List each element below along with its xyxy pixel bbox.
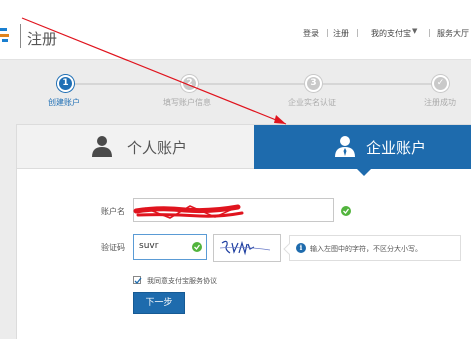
login-link[interactable]: 登录 bbox=[303, 28, 319, 39]
registration-panel: 个人账户 企业账户 账户名 验证码 suvr i 输入左图中的字符，不区分大小写… bbox=[16, 124, 471, 339]
agree-checkbox[interactable] bbox=[133, 276, 142, 284]
captcha-tip: i 输入左图中的字符，不区分大小写。 bbox=[283, 235, 461, 261]
account-valid-check-icon bbox=[341, 206, 351, 216]
next-step-button[interactable]: 下一步 bbox=[133, 292, 185, 314]
step-1-label: 创建账户 bbox=[48, 98, 80, 107]
active-tab-indicator bbox=[357, 169, 371, 176]
step-connector bbox=[197, 83, 305, 85]
alipay-logo[interactable] bbox=[0, 26, 10, 44]
checkmark-icon bbox=[134, 277, 142, 284]
header-divider bbox=[20, 24, 21, 48]
service-agreement-link[interactable]: 支付宝服务协议 bbox=[168, 277, 217, 285]
account-name-label: 账户名 bbox=[101, 207, 125, 216]
step-1-icon: 1 bbox=[57, 75, 74, 92]
captcha-input-value: suvr bbox=[139, 241, 159, 251]
businessman-icon bbox=[333, 134, 357, 162]
nav-separator: | bbox=[356, 28, 359, 37]
captcha-image-drawing bbox=[219, 240, 271, 256]
nav-separator: | bbox=[326, 28, 329, 37]
tab-business-account[interactable]: 企业账户 bbox=[254, 125, 471, 169]
step-connector bbox=[320, 83, 432, 85]
service-hall-link[interactable]: 服务大厅 bbox=[437, 28, 469, 39]
tab-personal-label: 个人账户 bbox=[127, 139, 188, 157]
page-title: 注册 bbox=[27, 30, 58, 48]
tab-personal-account[interactable]: 个人账户 bbox=[17, 125, 254, 169]
step-2-icon: 2 bbox=[181, 75, 198, 92]
step-done-check-icon: ✓ bbox=[432, 75, 449, 92]
register-link[interactable]: 注册 bbox=[333, 28, 349, 39]
step-connector bbox=[72, 83, 182, 85]
top-header: 注册 登录 | 注册 | 我的支付宝 ▼ | 服务大厅 bbox=[0, 0, 471, 60]
captcha-tip-text: 输入左图中的字符，不区分大小写。 bbox=[310, 245, 422, 253]
annotation-arrowhead bbox=[274, 115, 286, 124]
registration-page: 注册 登录 | 注册 | 我的支付宝 ▼ | 服务大厅 1 2 3 ✓ 创建账户… bbox=[0, 0, 471, 339]
captcha-input[interactable]: suvr bbox=[133, 234, 207, 260]
tab-business-label: 企业账户 bbox=[366, 139, 427, 157]
person-icon bbox=[90, 134, 114, 162]
captcha-valid-check-icon bbox=[192, 242, 202, 252]
step-2-label: 填写账户信息 bbox=[163, 98, 211, 107]
nav-separator: | bbox=[428, 28, 431, 37]
chevron-down-icon[interactable]: ▼ bbox=[412, 27, 417, 35]
info-icon: i bbox=[296, 243, 306, 253]
agree-prefix: 我同意 bbox=[147, 277, 168, 285]
account-name-input[interactable] bbox=[133, 198, 334, 222]
my-alipay-menu[interactable]: 我的支付宝 bbox=[371, 28, 411, 39]
step-3-label: 企业实名认证 bbox=[288, 98, 336, 107]
step-4-label: 注册成功 bbox=[424, 98, 456, 107]
captcha-image[interactable] bbox=[213, 234, 281, 262]
captcha-label: 验证码 bbox=[101, 243, 125, 252]
agree-text: 我同意支付宝服务协议 bbox=[147, 276, 217, 286]
step-3-icon: 3 bbox=[305, 75, 322, 92]
